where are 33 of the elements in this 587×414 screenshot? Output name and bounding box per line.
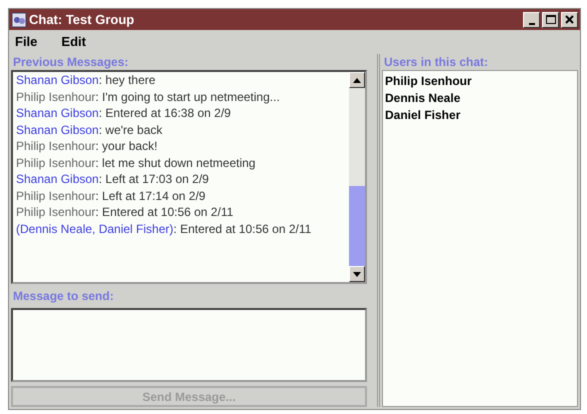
chat-message: Shanan Gibson: Entered at 16:38 on 2/9 xyxy=(16,105,232,122)
panel-heading: Previous Messages: xyxy=(12,54,130,70)
chat-message: Philip Isenhour: Left at 17:14 on 2/9 xyxy=(16,188,206,204)
user-name[interactable]: Daniel Fisher xyxy=(385,107,575,124)
minimize-button[interactable] xyxy=(523,12,540,28)
message-input[interactable] xyxy=(11,308,367,382)
minimize-icon xyxy=(528,22,534,24)
chat-message: Philip Isenhour: I'm going to start up netmeeting... xyxy=(16,88,281,105)
menu-item[interactable]: File xyxy=(15,34,38,50)
close-icon xyxy=(565,15,574,24)
chat-message: Shanan Gibson: Left at 17:03 on 2/9 xyxy=(16,171,210,188)
close-button[interactable] xyxy=(561,12,578,28)
scrollbar[interactable] xyxy=(349,72,365,282)
scroll-thumb[interactable] xyxy=(349,186,365,266)
panel-heading: Message to send: xyxy=(12,288,115,304)
user-name[interactable]: Dennis Neale xyxy=(385,90,575,107)
chat-message: Shanan Gibson: we're back xyxy=(16,122,164,138)
scroll-down-button[interactable] xyxy=(349,266,365,282)
chat-message: Philip Isenhour: your back! xyxy=(16,138,158,154)
maximize-icon xyxy=(546,15,556,24)
chat-message: Shanan Gibson: hey there xyxy=(16,72,156,88)
user-name[interactable]: Philip Isenhour xyxy=(385,73,575,90)
up-arrow-icon xyxy=(353,78,361,82)
scroll-up-button[interactable] xyxy=(349,72,365,88)
chat-message: (Dennis Neale, Daniel Fisher): Entered at 10:56 on 2/11 xyxy=(16,220,312,237)
chat-message: Philip Isenhour: let me shut down netmeeting xyxy=(16,154,256,171)
down-arrow-icon xyxy=(353,272,361,276)
menu-item[interactable]: Edit xyxy=(61,34,86,50)
chat-message: Philip Isenhour: Entered at 10:56 on 2/11 xyxy=(16,204,234,220)
maximize-button[interactable] xyxy=(542,12,559,28)
panel-heading: Users in this chat: xyxy=(383,54,490,70)
window-title: Chat: Test Group xyxy=(29,12,136,27)
chat-app-icon xyxy=(11,12,27,28)
